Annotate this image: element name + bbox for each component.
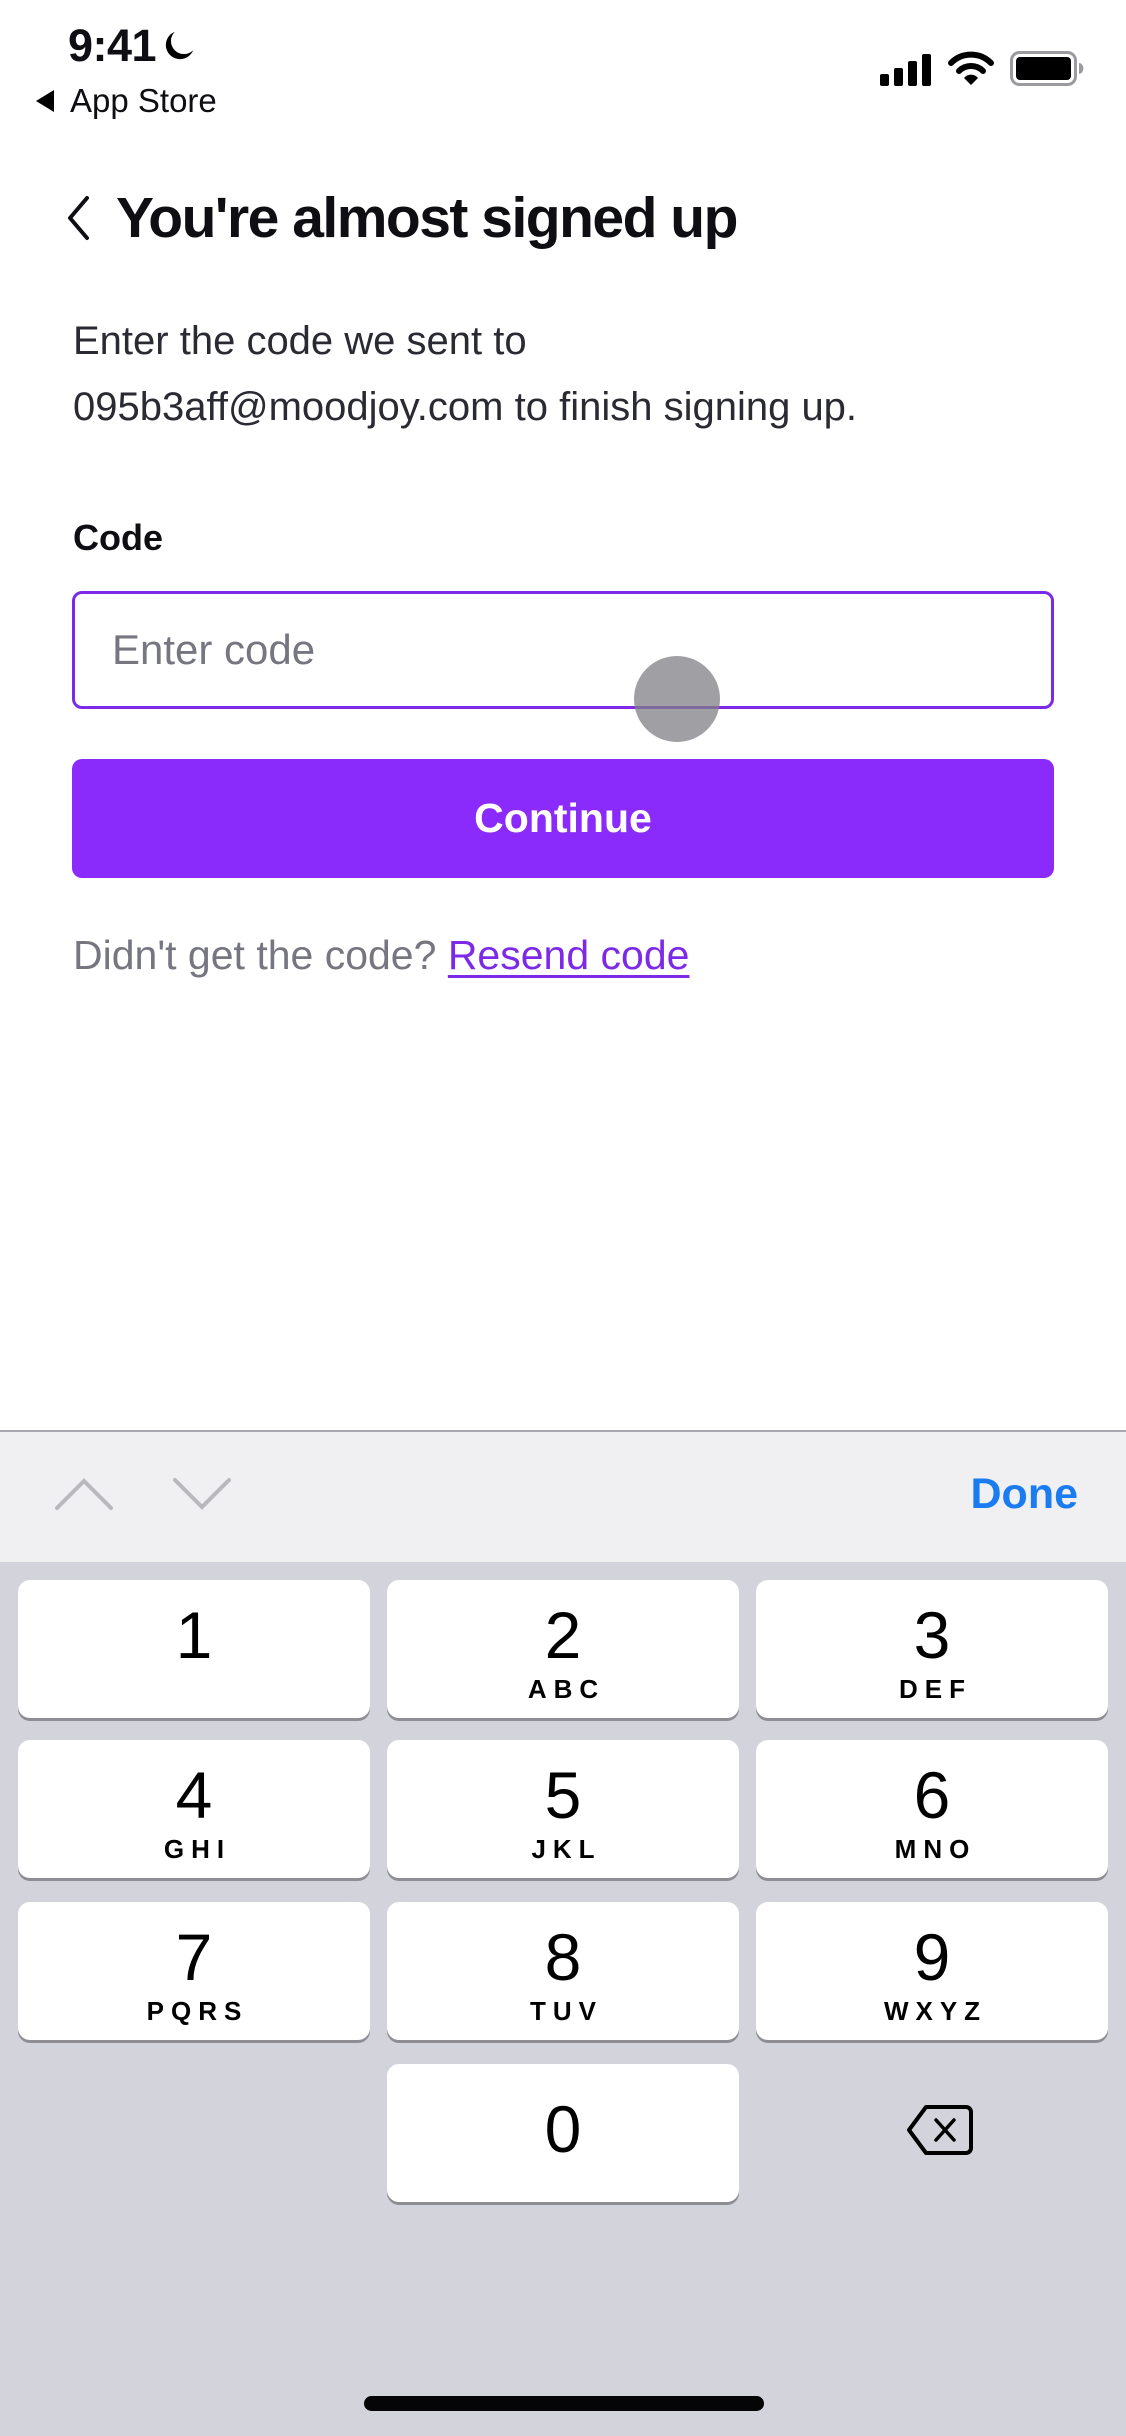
key-7[interactable]: 7 PQRS xyxy=(18,1902,370,2040)
key-digit: 4 xyxy=(175,1758,213,1832)
instructions-line-2: 095b3aff@moodjoy.com to finish signing u… xyxy=(73,385,858,429)
key-digit: 1 xyxy=(175,1598,213,1672)
chevron-down-icon[interactable] xyxy=(172,1476,232,1512)
continue-button[interactable]: Continue xyxy=(72,759,1054,878)
touch-indicator xyxy=(634,656,720,742)
battery-icon xyxy=(1010,51,1084,86)
backspace-icon[interactable] xyxy=(906,2104,974,2156)
time-text: 9:41 xyxy=(68,20,157,71)
key-5[interactable]: 5 JKL xyxy=(387,1740,739,1878)
instructions-line-1: Enter the code we sent to xyxy=(73,319,527,363)
page-header: You're almost signed up xyxy=(60,185,738,251)
resend-prompt: Didn't get the code? xyxy=(73,932,437,978)
key-4[interactable]: 4 GHI xyxy=(18,1740,370,1878)
key-letters: GHI xyxy=(163,1834,232,1864)
back-triangle-icon xyxy=(36,90,54,112)
home-indicator[interactable] xyxy=(364,2396,764,2411)
back-app-label: App Store xyxy=(70,82,217,119)
code-label: Code xyxy=(73,517,163,558)
key-6[interactable]: 6 MNO xyxy=(756,1740,1108,1878)
key-digit: 7 xyxy=(175,1920,213,1994)
keyboard-toolbar: Done xyxy=(0,1430,1126,1562)
key-letters: DEF xyxy=(899,1674,972,1704)
key-digit: 3 xyxy=(913,1598,951,1672)
key-9[interactable]: 9 WXYZ xyxy=(756,1902,1108,2040)
instructions-text: Enter the code we sent to 095b3aff@moodj… xyxy=(73,308,1073,440)
status-bar: 9:41 App Store xyxy=(0,0,1126,130)
chevron-up-icon[interactable] xyxy=(54,1476,114,1512)
done-button[interactable]: Done xyxy=(971,1470,1079,1519)
key-1[interactable]: 1 xyxy=(18,1580,370,1718)
page-title: You're almost signed up xyxy=(116,186,738,250)
key-digit: 8 xyxy=(544,1920,582,1994)
cellular-signal-icon xyxy=(880,54,931,86)
key-digit: 9 xyxy=(913,1920,951,1994)
chevron-left-icon[interactable] xyxy=(60,190,96,246)
moon-icon xyxy=(165,31,194,60)
key-digit: 2 xyxy=(544,1598,582,1672)
key-digit: 0 xyxy=(544,2092,582,2166)
key-letters: MNO xyxy=(894,1834,977,1864)
key-digit: 5 xyxy=(544,1758,582,1832)
key-8[interactable]: 8 TUV xyxy=(387,1902,739,2040)
resend-code-link[interactable]: Resend code xyxy=(448,932,690,978)
status-time: 9:41 xyxy=(68,20,196,72)
key-digit: 6 xyxy=(913,1758,951,1832)
key-letters: TUV xyxy=(530,1996,603,2026)
key-0[interactable]: 0 xyxy=(387,2064,739,2202)
key-2[interactable]: 2 ABC xyxy=(387,1580,739,1718)
back-to-app-store-link[interactable]: App Store xyxy=(36,82,217,120)
wifi-icon xyxy=(948,51,994,85)
key-letters: PQRS xyxy=(146,1996,249,2026)
key-letters: JKL xyxy=(531,1834,602,1864)
key-letters: ABC xyxy=(527,1674,606,1704)
key-letters: WXYZ xyxy=(883,1996,988,2026)
key-3[interactable]: 3 DEF xyxy=(756,1580,1108,1718)
code-input[interactable] xyxy=(72,591,1054,709)
resend-row: Didn't get the code? Resend code xyxy=(73,932,689,979)
